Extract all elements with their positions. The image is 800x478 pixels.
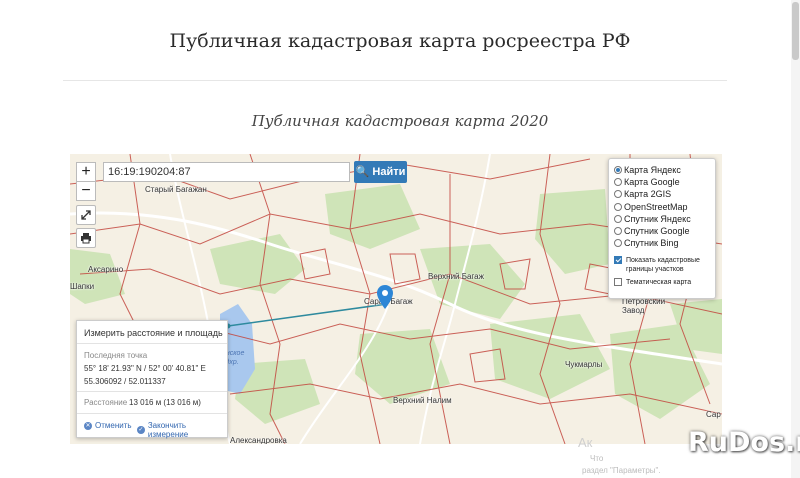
- fullscreen-button[interactable]: [76, 205, 96, 225]
- layer-radio[interactable]: [614, 239, 622, 248]
- measure-title: Измерить расстояние и площадь: [84, 328, 223, 338]
- layer-radio[interactable]: [614, 190, 622, 199]
- place-shapki: Шапки: [70, 282, 95, 291]
- cancel-measure-button[interactable]: ✕ Отменить: [84, 421, 132, 430]
- page-scrollbar[interactable]: [791, 0, 800, 478]
- coords-dms: 55° 18' 21.93" N / 52° 00' 40.81" E: [84, 364, 206, 373]
- place-aleksandrovka: Александровка: [230, 436, 287, 444]
- layer-osm[interactable]: OpenStreetMap: [614, 201, 715, 213]
- printer-icon: [81, 233, 91, 244]
- layer-radio[interactable]: [614, 166, 622, 174]
- place-chukmarly: Чукмарлы: [565, 360, 603, 369]
- measure-divider: [77, 343, 227, 344]
- scrollbar-thumb[interactable]: [792, 2, 799, 60]
- header-divider: [63, 80, 727, 81]
- page-subtitle: Публичная кадастровая карта 2020: [251, 112, 549, 130]
- place-verkhny-nalim: Верхний Налим: [393, 396, 452, 405]
- place-stary-bagazh: Старый Багажан: [145, 185, 207, 194]
- layer-label: Карта 2GIS: [624, 189, 672, 200]
- location-pin-icon[interactable]: [377, 285, 393, 309]
- page-title: Публичная кадастровая карта росреестра Р…: [169, 30, 631, 52]
- show-boundaries-checkbox[interactable]: [614, 256, 622, 265]
- activation-watermark-title: Ак: [578, 435, 593, 450]
- layer-google-satellite[interactable]: Спутник Google: [614, 225, 715, 237]
- layer-label: Карта Яндекс: [624, 165, 681, 175]
- layer-label: Спутник Google: [624, 225, 690, 236]
- distance-label: Расстояние: [84, 398, 128, 407]
- thematic-map-toggle[interactable]: Тематическая карта: [614, 278, 715, 287]
- print-button[interactable]: [76, 228, 96, 248]
- finish-measure-button[interactable]: ✓ Закончить измерение: [137, 421, 227, 439]
- layer-yandex-satellite[interactable]: Спутник Яндекс: [614, 213, 715, 225]
- layer-label: Карта Google: [624, 177, 680, 188]
- expand-icon: [81, 210, 91, 220]
- place-aksarino: Аксарино: [88, 265, 124, 274]
- last-point-label: Последняя точка: [84, 351, 148, 360]
- layer-google-map[interactable]: Карта Google: [614, 176, 715, 188]
- zoom-out-button[interactable]: −: [76, 181, 96, 201]
- place-sar: Сар: [706, 410, 721, 419]
- thematic-map-checkbox[interactable]: [614, 278, 622, 287]
- measure-divider: [77, 391, 227, 392]
- cadastral-search-input[interactable]: [103, 162, 350, 182]
- search-button[interactable]: 🔍 Найти: [354, 161, 407, 183]
- search-icon: 🔍: [355, 166, 370, 178]
- activation-watermark-line: Что: [590, 454, 604, 463]
- thematic-map-label: Тематическая карта: [626, 279, 692, 287]
- show-boundaries-label: Показать кадастровые границы участков: [626, 257, 700, 274]
- layer-radio[interactable]: [614, 214, 622, 223]
- layer-2gis-map[interactable]: Карта 2GIS: [614, 188, 715, 200]
- layer-label: Спутник Яндекс: [624, 213, 691, 224]
- layer-bing-satellite[interactable]: Спутник Bing: [614, 237, 715, 249]
- cadastral-map[interactable]: Старый Багажан Аксарино Шапки Сарай-Бага…: [70, 154, 722, 444]
- place-petrovsky-zavod: Петровский Завод: [622, 297, 666, 315]
- measure-panel: Измерить расстояние и площадь Последняя …: [76, 320, 228, 439]
- place-verkhny-bagazh: Верхний Багаж: [428, 272, 484, 281]
- site-watermark: RuDos.ru: [688, 427, 800, 458]
- distance-value: 13 016 м (13 016 м): [129, 398, 201, 407]
- cancel-icon: ✕: [84, 421, 92, 430]
- check-icon: ✓: [137, 426, 145, 434]
- cancel-label: Отменить: [95, 421, 132, 430]
- search-button-label: Найти: [372, 166, 406, 178]
- activation-watermark-line: раздел "Параметры".: [582, 466, 661, 475]
- layer-radio[interactable]: [614, 226, 622, 235]
- layer-label: OpenStreetMap: [624, 201, 688, 212]
- finish-label: Закончить измерение: [147, 421, 189, 439]
- layers-panel: Карта Яндекс Карта Google Карта 2GIS Ope…: [608, 158, 716, 299]
- zoom-in-button[interactable]: +: [76, 162, 96, 182]
- measure-divider: [77, 413, 227, 414]
- layer-radio[interactable]: [614, 202, 622, 211]
- layer-yandex-map[interactable]: Карта Яндекс: [614, 164, 715, 176]
- layer-radio[interactable]: [614, 178, 622, 187]
- show-boundaries-toggle[interactable]: Показать кадастровые границы участков: [614, 256, 715, 274]
- coords-decimal: 55.306092 / 52.011337: [84, 377, 166, 386]
- layer-label: Спутник Bing: [624, 238, 679, 249]
